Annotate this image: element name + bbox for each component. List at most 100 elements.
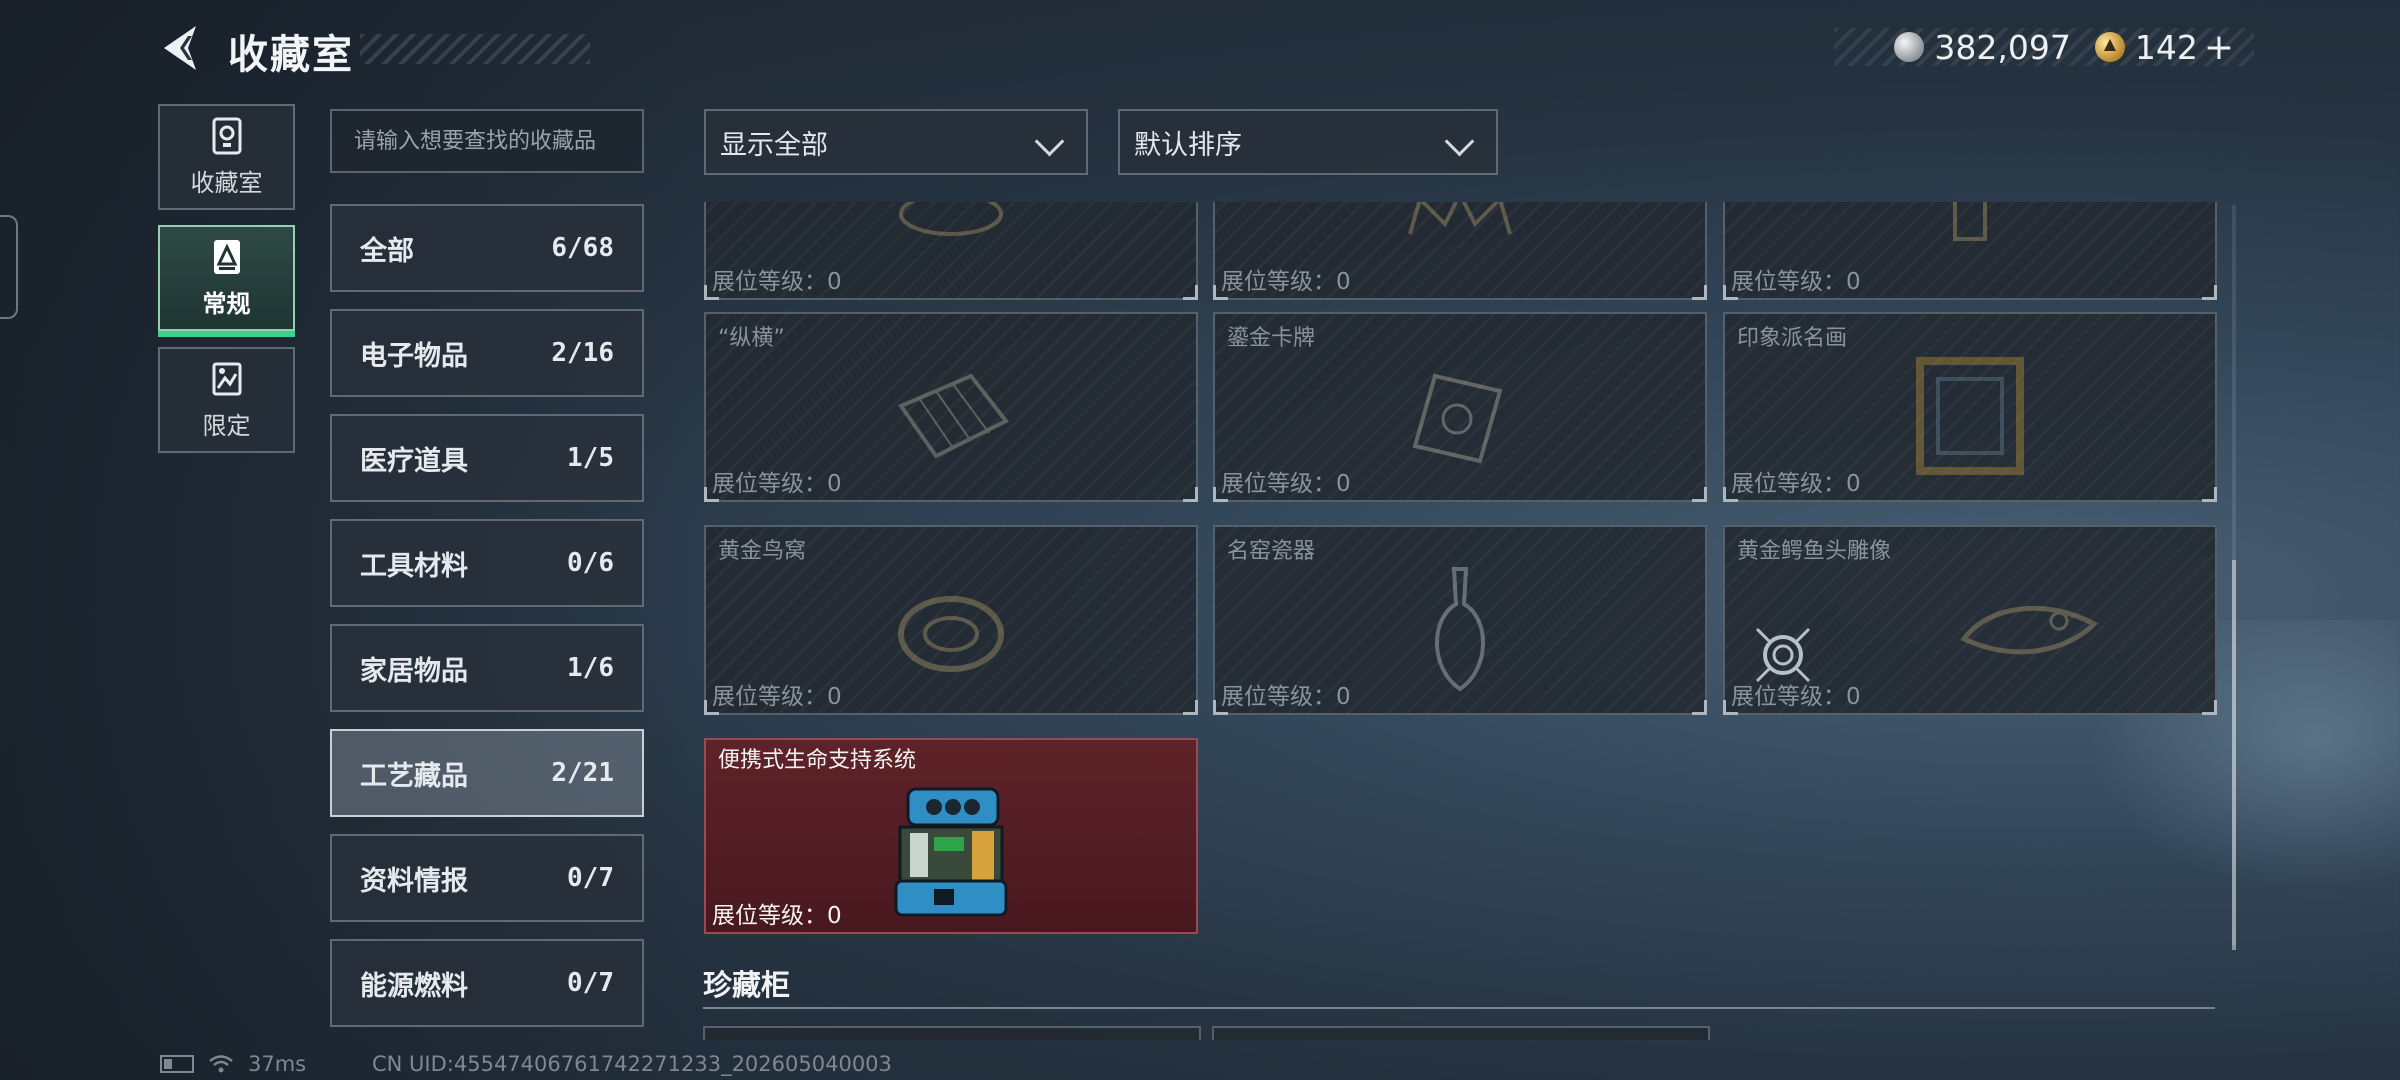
card-name: 黄金鳄鱼头雕像 xyxy=(1737,539,1892,564)
collection-card[interactable]: 展位等级：0 xyxy=(704,202,1198,300)
search-input[interactable] xyxy=(330,109,644,173)
ping-value: 37ms xyxy=(248,1052,307,1076)
subcategory-electronics[interactable]: 电子物品 2/16 xyxy=(330,309,644,397)
vase-icon xyxy=(1435,567,1485,692)
gold-amount: 142 xyxy=(2134,27,2198,67)
silver-coin-icon xyxy=(1894,32,1925,62)
rail-tab-label: 常规 xyxy=(202,289,251,318)
rail-tab-collection-room[interactable]: 收藏室 xyxy=(158,104,295,210)
rail-tab-label: 限定 xyxy=(202,411,251,440)
card-corner xyxy=(1213,285,1228,300)
sort-dropdown[interactable]: 默认排序 xyxy=(1118,109,1498,175)
card-corner xyxy=(2202,487,2217,502)
subcategory-intel[interactable]: 资料情报 0/7 xyxy=(330,834,644,922)
currency-bar: 382,097 142 + xyxy=(1834,27,2254,68)
collection-card-unlocked[interactable]: 便携式生命支持系统 展位等级：0 xyxy=(704,738,1198,934)
page-title: 收藏室 xyxy=(228,32,354,78)
scrollbar-thumb[interactable] xyxy=(2232,560,2236,950)
sort-value: 默认排序 xyxy=(1134,129,1242,161)
card-corner xyxy=(704,700,719,715)
show-filter-dropdown[interactable]: 显示全部 xyxy=(704,109,1088,175)
image-icon xyxy=(212,362,241,395)
collection-card[interactable]: 印象派名画 展位等级：0 xyxy=(1723,312,2217,502)
card-level: 展位等级：0 xyxy=(1731,471,1861,497)
add-currency-button[interactable]: + xyxy=(2204,27,2234,68)
card-corner xyxy=(1692,487,1707,502)
cabinet-card-peek[interactable] xyxy=(1212,1026,1710,1040)
card-name: 名窑瓷器 xyxy=(1227,539,1316,564)
subcategory-name: 资料情报 xyxy=(360,865,468,897)
card-name: “纵横” xyxy=(718,326,785,351)
edge-handle[interactable] xyxy=(0,215,18,319)
collection-card[interactable]: 鎏金卡牌 展位等级：0 xyxy=(1213,312,1707,502)
card-corner xyxy=(1183,700,1198,715)
back-arrow-icon xyxy=(164,26,196,70)
document-icon xyxy=(213,239,240,274)
cabinet-card-peek[interactable] xyxy=(703,1026,1201,1040)
subcategory-tools[interactable]: 工具材料 0/6 xyxy=(330,519,644,607)
bowl-icon xyxy=(899,202,1003,237)
collection-card[interactable]: 黄金鳄鱼头雕像 展位等级：0 xyxy=(1723,525,2217,715)
battery-icon xyxy=(160,1055,194,1073)
rail-tab-limited[interactable]: 限定 xyxy=(158,347,295,453)
collection-card[interactable]: 名窑瓷器 展位等级：0 xyxy=(1213,525,1707,715)
card-level: 展位等级：0 xyxy=(1731,269,1861,295)
show-filter-value: 显示全部 xyxy=(720,129,828,161)
subcategory-count: 1/5 xyxy=(567,443,614,473)
card-level: 展位等级：0 xyxy=(712,903,842,929)
card-name: 印象派名画 xyxy=(1737,326,1848,351)
subcategory-name: 全部 xyxy=(360,235,414,267)
title-decoration xyxy=(360,34,590,64)
life-support-icon xyxy=(894,787,1008,917)
card-corner xyxy=(1692,700,1707,715)
card-level: 展位等级：0 xyxy=(1731,684,1861,710)
silver-amount: 382,097 xyxy=(1934,27,2071,67)
card-corner xyxy=(1213,487,1228,502)
card-corner xyxy=(1723,285,1738,300)
subcategory-count: 2/21 xyxy=(551,758,614,788)
subcategory-medical[interactable]: 医疗道具 1/5 xyxy=(330,414,644,502)
subcategory-count: 0/7 xyxy=(567,968,614,998)
statue-icon xyxy=(1953,202,1987,242)
rail-tab-regular[interactable]: 常规 xyxy=(158,225,295,337)
collection-grid: 展位等级：0 展位等级：0 展位等级：0 “纵横” 展位等级：0 鎏金卡牌 展位… xyxy=(700,202,2220,1038)
wifi-icon xyxy=(209,1055,233,1073)
collection-card[interactable]: 黄金鸟窝 展位等级：0 xyxy=(704,525,1198,715)
card-corner xyxy=(1183,285,1198,300)
subcategory-name: 能源燃料 xyxy=(360,970,468,1002)
subcategory-count: 0/7 xyxy=(567,863,614,893)
chevron-down-icon xyxy=(1034,126,1065,157)
user-uid: CN UID:4554740676174227​1233_20260504000… xyxy=(372,1052,892,1076)
collection-card[interactable]: “纵横” 展位等级：0 xyxy=(704,312,1198,502)
card-corner xyxy=(1183,487,1198,502)
card-name: 黄金鸟窝 xyxy=(718,539,807,564)
card-corner xyxy=(1723,700,1738,715)
subcategory-name: 家居物品 xyxy=(360,655,468,687)
collection-card[interactable]: 展位等级：0 xyxy=(1723,202,2217,300)
gold-coin-icon xyxy=(2094,32,2125,62)
crocodile-icon xyxy=(1959,606,2098,655)
subcategory-energy[interactable]: 能源燃料 0/7 xyxy=(330,939,644,1027)
trophy-icon xyxy=(212,117,241,154)
card-corner xyxy=(2202,700,2217,715)
card-corner xyxy=(1213,700,1228,715)
subcategory-crafts[interactable]: 工艺藏品 2/21 xyxy=(330,729,644,817)
status-bar: 37ms xyxy=(160,1052,306,1076)
card-corner xyxy=(704,487,719,502)
subcategory-household[interactable]: 家居物品 1/6 xyxy=(330,624,644,712)
collection-card[interactable]: 展位等级：0 xyxy=(1213,202,1707,300)
subcategory-name: 医疗道具 xyxy=(360,445,468,477)
card-corner xyxy=(704,285,719,300)
card-corner xyxy=(1692,285,1707,300)
card-corner xyxy=(1723,487,1738,502)
crown-icon xyxy=(1408,202,1512,235)
subcategory-all[interactable]: 全部 6/68 xyxy=(330,204,644,292)
subcategory-name: 工艺藏品 xyxy=(360,760,468,792)
section-divider xyxy=(703,1007,2215,1009)
subcategory-count: 2/16 xyxy=(551,338,614,368)
card-level: 展位等级：0 xyxy=(1221,684,1351,710)
section-title: 珍藏柜 xyxy=(703,968,791,1002)
card-level: 展位等级：0 xyxy=(1221,269,1351,295)
card-level: 展位等级：0 xyxy=(712,684,842,710)
back-button[interactable] xyxy=(158,22,204,74)
